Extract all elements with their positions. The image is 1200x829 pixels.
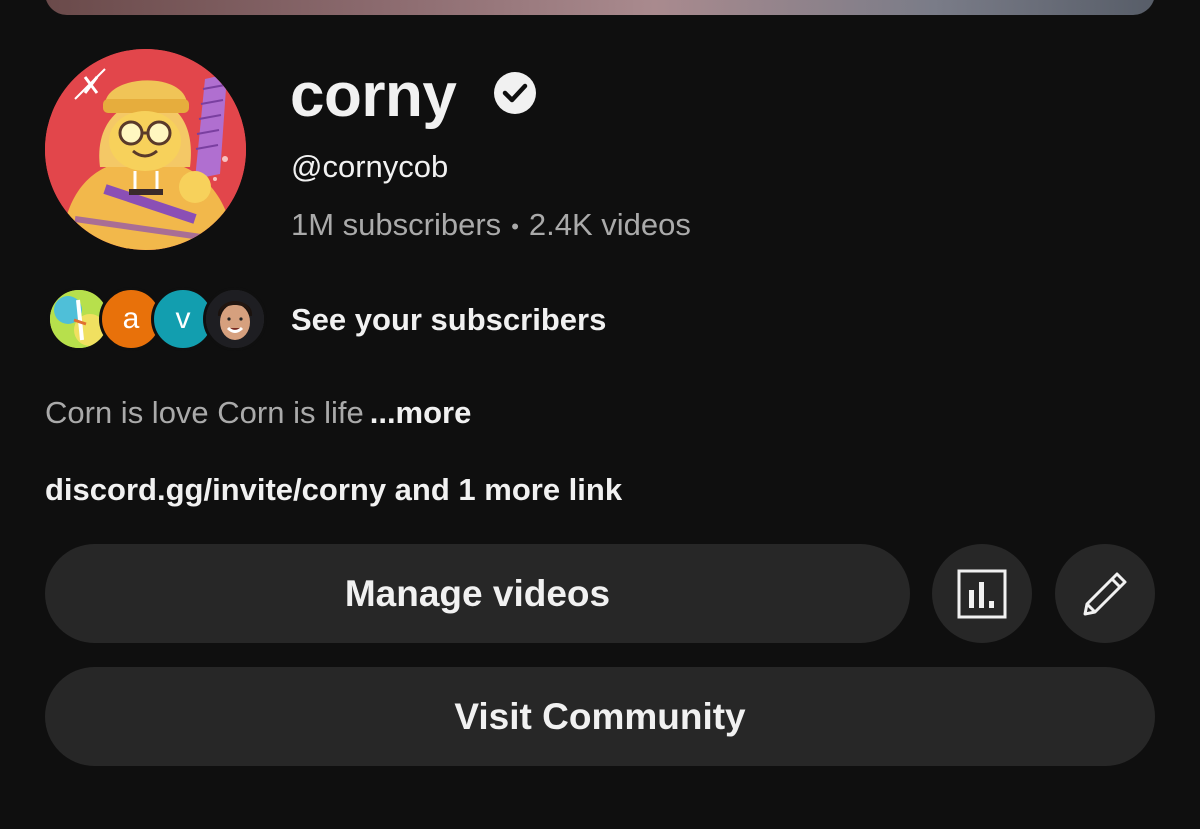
visit-community-button[interactable]: Visit Community xyxy=(45,667,1155,766)
subscriber-count: 1M subscribers xyxy=(291,207,502,242)
analytics-button[interactable] xyxy=(932,544,1032,643)
corn-character-illustration xyxy=(45,49,246,250)
manage-videos-label: Manage videos xyxy=(344,572,611,614)
channel-name: corny xyxy=(290,61,457,130)
channel-stats: 1M subscribers • 2.4K videos xyxy=(291,203,691,249)
description-more-link[interactable]: ...more xyxy=(370,395,472,430)
channel-links[interactable]: discord.gg/invite/corny and 1 more link xyxy=(45,468,622,512)
channel-description[interactable]: Corn is love Corn is life ...more xyxy=(45,391,471,435)
pencil-icon xyxy=(1083,572,1127,615)
manage-videos-button[interactable]: Manage videos xyxy=(45,544,910,643)
visit-community-label: Visit Community xyxy=(454,695,746,737)
edit-button[interactable] xyxy=(1055,544,1155,643)
subscriber-avatars[interactable]: a v xyxy=(47,287,267,353)
analytics-icon xyxy=(957,569,1007,618)
subscriber-avatar-photo xyxy=(203,287,267,351)
video-count: 2.4K videos xyxy=(528,207,691,242)
see-subscribers-link[interactable]: See your subscribers xyxy=(291,298,606,342)
channel-banner[interactable] xyxy=(45,0,1155,15)
description-text: Corn is love Corn is life xyxy=(45,395,364,430)
separator-dot: • xyxy=(511,213,519,239)
verified-check-icon xyxy=(494,72,536,114)
channel-avatar[interactable] xyxy=(45,49,246,250)
channel-handle: @cornycob xyxy=(291,149,449,184)
